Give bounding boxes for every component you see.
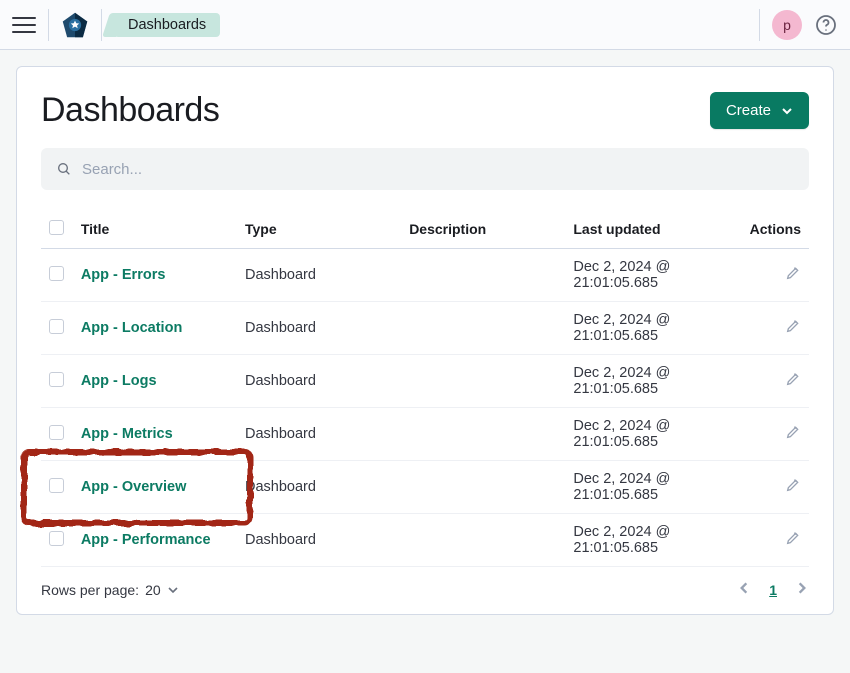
row-description bbox=[401, 408, 565, 461]
row-checkbox[interactable] bbox=[49, 531, 64, 546]
edit-button[interactable] bbox=[785, 481, 801, 497]
dashboard-title-link[interactable]: App - Metrics bbox=[81, 426, 173, 442]
separator bbox=[759, 9, 760, 41]
row-last-updated: Dec 2, 2024 @21:01:05.685 bbox=[565, 408, 739, 461]
help-icon[interactable] bbox=[814, 13, 838, 37]
select-all-checkbox[interactable] bbox=[49, 220, 64, 235]
row-type: Dashboard bbox=[237, 355, 401, 408]
row-description bbox=[401, 249, 565, 302]
breadcrumb[interactable]: Dashboards bbox=[114, 13, 220, 37]
row-last-updated: Dec 2, 2024 @21:01:05.685 bbox=[565, 355, 739, 408]
column-header-description[interactable]: Description bbox=[401, 210, 565, 249]
row-type: Dashboard bbox=[237, 514, 401, 567]
rows-per-page-value: 20 bbox=[145, 582, 161, 598]
row-description bbox=[401, 514, 565, 567]
table-row: App - Logs Dashboard Dec 2, 2024 @21:01:05… bbox=[41, 355, 809, 408]
chevron-down-icon bbox=[781, 105, 793, 117]
row-description bbox=[401, 355, 565, 408]
top-bar: Dashboards p bbox=[0, 0, 850, 50]
menu-button[interactable] bbox=[12, 13, 36, 37]
next-page-button[interactable] bbox=[795, 581, 809, 598]
row-checkbox[interactable] bbox=[49, 372, 64, 387]
table-row: App - Location Dashboard Dec 2, 2024 @21:0… bbox=[41, 302, 809, 355]
row-checkbox[interactable] bbox=[49, 319, 64, 334]
edit-button[interactable] bbox=[785, 534, 801, 550]
edit-button[interactable] bbox=[785, 322, 801, 338]
edit-button[interactable] bbox=[785, 375, 801, 391]
table-row: App - Errors Dashboard Dec 2, 2024 @21:01:… bbox=[41, 249, 809, 302]
separator bbox=[48, 9, 49, 41]
prev-page-button[interactable] bbox=[737, 581, 751, 598]
row-type: Dashboard bbox=[237, 249, 401, 302]
table-row: App - Performance Dashboard Dec 2, 2024 @2… bbox=[41, 514, 809, 567]
row-last-updated: Dec 2, 2024 @21:01:05.685 bbox=[565, 514, 739, 567]
edit-button[interactable] bbox=[785, 428, 801, 444]
search-icon bbox=[56, 161, 72, 177]
column-header-type[interactable]: Type bbox=[237, 210, 401, 249]
row-last-updated: Dec 2, 2024 @21:01:05.685 bbox=[565, 461, 739, 514]
column-header-title[interactable]: Title bbox=[73, 210, 237, 249]
row-type: Dashboard bbox=[237, 302, 401, 355]
rows-per-page-label: Rows per page: bbox=[41, 582, 139, 598]
row-type: Dashboard bbox=[237, 461, 401, 514]
dashboard-title-link[interactable]: App - Performance bbox=[81, 532, 211, 548]
column-header-actions: Actions bbox=[740, 210, 809, 249]
search-bar[interactable] bbox=[41, 148, 809, 190]
dashboards-table: Title Type Description Last updated Acti… bbox=[41, 210, 809, 567]
dashboard-title-link[interactable]: App - Errors bbox=[81, 267, 166, 283]
rows-per-page-selector[interactable]: Rows per page: 20 bbox=[41, 582, 179, 598]
page-number[interactable]: 1 bbox=[769, 582, 777, 598]
table-row: App - Overview Dashboard Dec 2, 2024 @21:0… bbox=[41, 461, 809, 514]
row-type: Dashboard bbox=[237, 408, 401, 461]
pagination: 1 bbox=[737, 581, 809, 598]
row-description bbox=[401, 302, 565, 355]
dashboard-title-link[interactable]: App - Overview bbox=[81, 479, 187, 495]
row-description bbox=[401, 461, 565, 514]
user-avatar[interactable]: p bbox=[772, 10, 802, 40]
row-checkbox[interactable] bbox=[49, 478, 64, 493]
dashboard-title-link[interactable]: App - Location bbox=[81, 320, 183, 336]
dashboards-panel: Dashboards Create Title Type Description… bbox=[16, 66, 834, 615]
row-checkbox[interactable] bbox=[49, 266, 64, 281]
table-row: App - Metrics Dashboard Dec 2, 2024 @21:01… bbox=[41, 408, 809, 461]
dashboard-title-link[interactable]: App - Logs bbox=[81, 373, 157, 389]
app-logo[interactable] bbox=[61, 11, 89, 39]
row-last-updated: Dec 2, 2024 @21:01:05.685 bbox=[565, 249, 739, 302]
row-checkbox[interactable] bbox=[49, 425, 64, 440]
chevron-down-icon bbox=[167, 584, 179, 596]
search-input[interactable] bbox=[82, 161, 794, 178]
row-last-updated: Dec 2, 2024 @21:01:05.685 bbox=[565, 302, 739, 355]
page-title: Dashboards bbox=[41, 91, 219, 130]
column-header-last-updated[interactable]: Last updated bbox=[565, 210, 739, 249]
create-button[interactable]: Create bbox=[710, 92, 809, 129]
create-button-label: Create bbox=[726, 102, 771, 119]
edit-button[interactable] bbox=[785, 269, 801, 285]
